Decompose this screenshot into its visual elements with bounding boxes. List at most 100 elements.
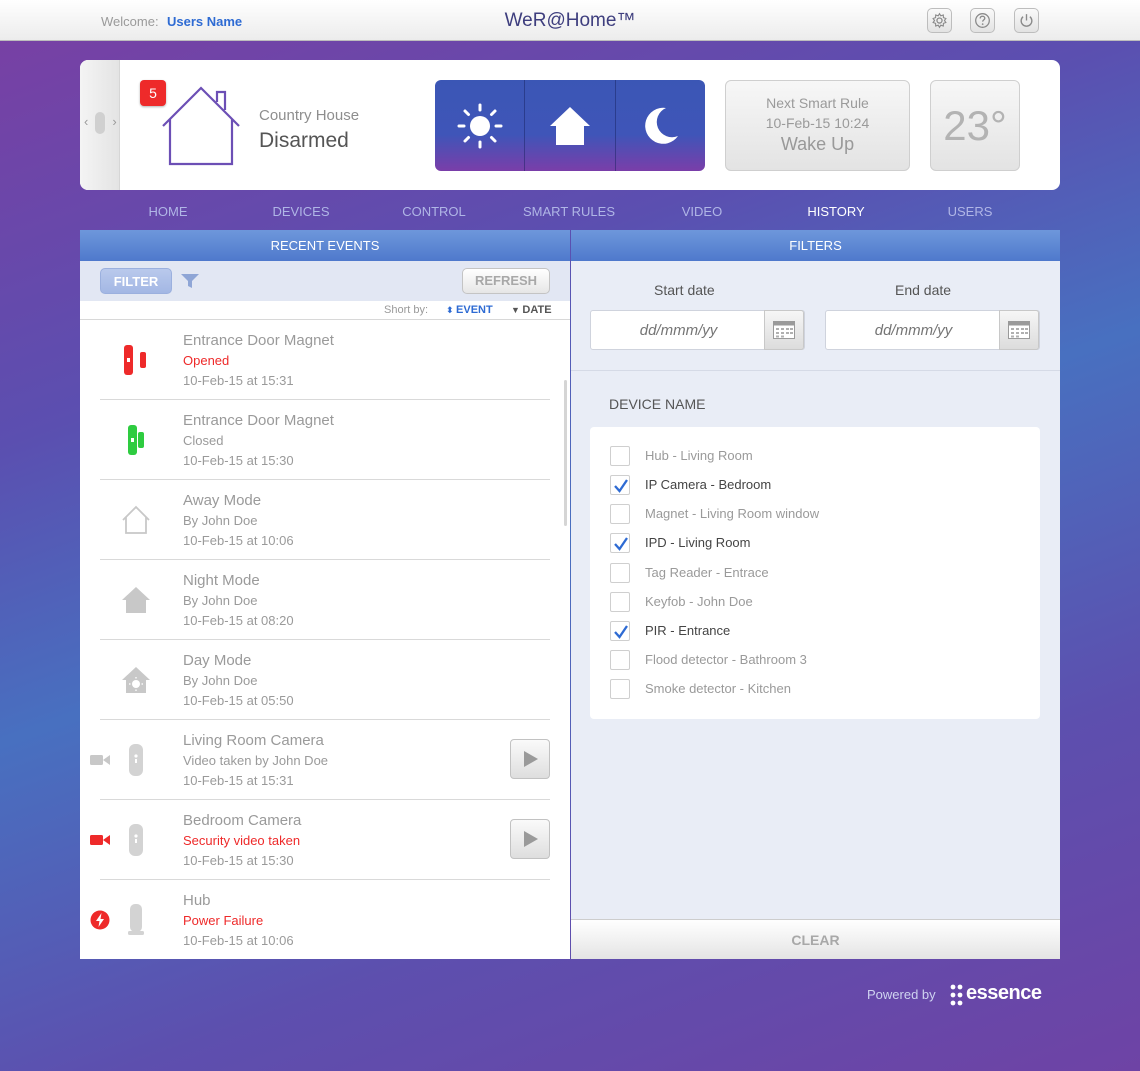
recent-events-panel: RECENT EVENTS FILTER REFRESH Short by: ⬍… xyxy=(80,230,570,959)
refresh-button[interactable]: REFRESH xyxy=(462,268,550,294)
event-subtitle: Opened xyxy=(183,353,230,368)
top-bar: Welcome: Users Name WeR@Home™ xyxy=(0,0,1140,41)
events-list: Entrance Door Magnet Opened 10-Feb-15 at… xyxy=(80,320,570,959)
tab-home[interactable]: HOME xyxy=(103,204,233,219)
house-outline-icon xyxy=(162,86,240,166)
end-date-field xyxy=(825,310,1040,350)
device-row[interactable]: PIR - Entrance xyxy=(610,621,1030,643)
home-icon xyxy=(549,106,590,145)
sort-by-date[interactable]: ▼ DATE xyxy=(511,304,552,316)
start-date-input[interactable] xyxy=(591,311,766,349)
tab-smart-rules[interactable]: SMART RULES xyxy=(504,204,634,219)
end-date-calendar-button[interactable] xyxy=(999,310,1039,350)
device-row[interactable]: Smoke detector - Kitchen xyxy=(610,679,1030,701)
device-row[interactable]: Magnet - Living Room window xyxy=(610,504,1030,526)
list-item[interactable]: Bedroom Camera Security video taken 10-F… xyxy=(90,800,550,880)
mode-switcher xyxy=(435,80,705,171)
event-time: 10-Feb-15 at 05:50 xyxy=(183,693,294,708)
clear-button[interactable]: CLEAR xyxy=(571,919,1060,959)
device-row[interactable]: Hub - Living Room xyxy=(610,446,1030,468)
checkmark-icon xyxy=(614,625,628,639)
tab-history[interactable]: HISTORY xyxy=(771,204,901,219)
device-checkbox[interactable] xyxy=(610,650,630,670)
device-label: Hub - Living Room xyxy=(645,448,753,463)
sort-date-label: DATE xyxy=(522,304,552,316)
play-video-button[interactable] xyxy=(510,739,550,779)
device-checkbox[interactable] xyxy=(610,504,630,524)
device-checkbox[interactable] xyxy=(610,679,630,699)
moon-icon xyxy=(645,107,679,144)
play-icon xyxy=(524,751,538,767)
device-checkbox[interactable] xyxy=(610,446,630,466)
list-item[interactable]: Hub Power Failure 10-Feb-15 at 10:06 xyxy=(90,880,550,959)
event-time: 10-Feb-15 at 15:31 xyxy=(183,773,294,788)
list-item[interactable]: Living Room Camera Video taken by John D… xyxy=(90,720,550,800)
device-row[interactable]: Flood detector - Bathroom 3 xyxy=(610,650,1030,672)
sort-event-label: EVENT xyxy=(456,304,493,316)
device-label: Tag Reader - Entrace xyxy=(645,565,769,580)
tab-users[interactable]: USERS xyxy=(905,204,1035,219)
event-subtitle: Closed xyxy=(183,433,224,448)
day-mode-button[interactable] xyxy=(435,80,526,171)
device-row[interactable]: Keyfob - John Doe xyxy=(610,592,1030,614)
smart-rule-datetime: 10-Feb-15 10:24 xyxy=(765,115,870,131)
list-item[interactable]: Entrance Door Magnet Opened 10-Feb-15 at… xyxy=(100,320,550,400)
calendar-icon xyxy=(773,321,795,339)
event-title: Entrance Door Magnet xyxy=(183,412,334,429)
device-label: PIR - Entrance xyxy=(645,623,731,638)
help-button[interactable] xyxy=(970,8,995,33)
sort-by-event[interactable]: ⬍ EVENT xyxy=(446,304,493,316)
smart-rule-name: Wake Up xyxy=(780,134,855,154)
event-time: 10-Feb-15 at 08:20 xyxy=(183,613,294,628)
essence-logo-icon xyxy=(950,984,963,1006)
checkmark-icon xyxy=(614,479,628,493)
sort-updown-icon: ⬍ xyxy=(446,305,457,315)
event-title: Hub xyxy=(183,892,211,909)
event-subtitle: Video taken by John Doe xyxy=(183,753,329,768)
day-house-icon xyxy=(120,662,152,698)
start-date-label: Start date xyxy=(654,282,715,298)
end-date-input[interactable] xyxy=(826,311,1001,349)
tab-video[interactable]: VIDEO xyxy=(637,204,767,219)
home-mode-button[interactable] xyxy=(525,80,616,171)
funnel-icon[interactable] xyxy=(180,273,200,289)
device-label: Smoke detector - Kitchen xyxy=(645,681,791,696)
play-video-button[interactable] xyxy=(510,819,550,859)
sort-bar: Short by: ⬍ EVENT ▼ DATE xyxy=(80,301,570,320)
device-checkbox[interactable] xyxy=(610,563,630,583)
device-label: IPD - Living Room xyxy=(645,535,751,550)
next-smart-rule-card[interactable]: Next Smart Rule 10-Feb-15 10:24 Wake Up xyxy=(725,80,910,171)
play-icon xyxy=(524,831,538,847)
tab-devices[interactable]: DEVICES xyxy=(236,204,366,219)
event-title: Bedroom Camera xyxy=(183,812,302,829)
list-item[interactable]: Entrance Door Magnet Closed 10-Feb-15 at… xyxy=(100,400,550,480)
night-mode-button[interactable] xyxy=(616,80,705,171)
night-house-icon xyxy=(120,582,152,618)
device-checklist: Hub - Living Room IP Camera - Bedroom Ma… xyxy=(590,427,1040,719)
list-item[interactable]: Day Mode By John Doe 10-Feb-15 at 05:50 xyxy=(100,640,550,720)
tab-control[interactable]: CONTROL xyxy=(369,204,499,219)
vendor-logo-text: essence xyxy=(966,982,1042,1004)
event-time: 10-Feb-15 at 15:30 xyxy=(183,853,294,868)
device-row[interactable]: IP Camera - Bedroom xyxy=(610,475,1030,497)
location-switcher[interactable]: ‹ › xyxy=(80,60,120,190)
location-name: Country House xyxy=(259,107,360,124)
device-checkbox[interactable] xyxy=(610,592,630,612)
list-item[interactable]: Away Mode By John Doe 10-Feb-15 at 10:06 xyxy=(100,480,550,560)
help-icon xyxy=(975,13,990,28)
settings-button[interactable] xyxy=(927,8,952,33)
event-subtitle: By John Doe xyxy=(183,673,258,688)
filter-button[interactable]: FILTER xyxy=(100,268,172,294)
date-range: Start date End date xyxy=(571,261,1060,371)
device-checkbox[interactable] xyxy=(610,475,630,495)
device-row[interactable]: IPD - Living Room xyxy=(610,533,1030,555)
filters-title: FILTERS xyxy=(571,230,1060,261)
list-item[interactable]: Night Mode By John Doe 10-Feb-15 at 08:2… xyxy=(100,560,550,640)
device-row[interactable]: Tag Reader - Entrace xyxy=(610,563,1030,585)
start-date-calendar-button[interactable] xyxy=(764,310,804,350)
sort-label: Short by: xyxy=(384,304,429,316)
device-checkbox[interactable] xyxy=(610,533,630,553)
logout-button[interactable] xyxy=(1014,8,1039,33)
device-checkbox[interactable] xyxy=(610,621,630,641)
events-scrollbar[interactable] xyxy=(564,380,567,526)
